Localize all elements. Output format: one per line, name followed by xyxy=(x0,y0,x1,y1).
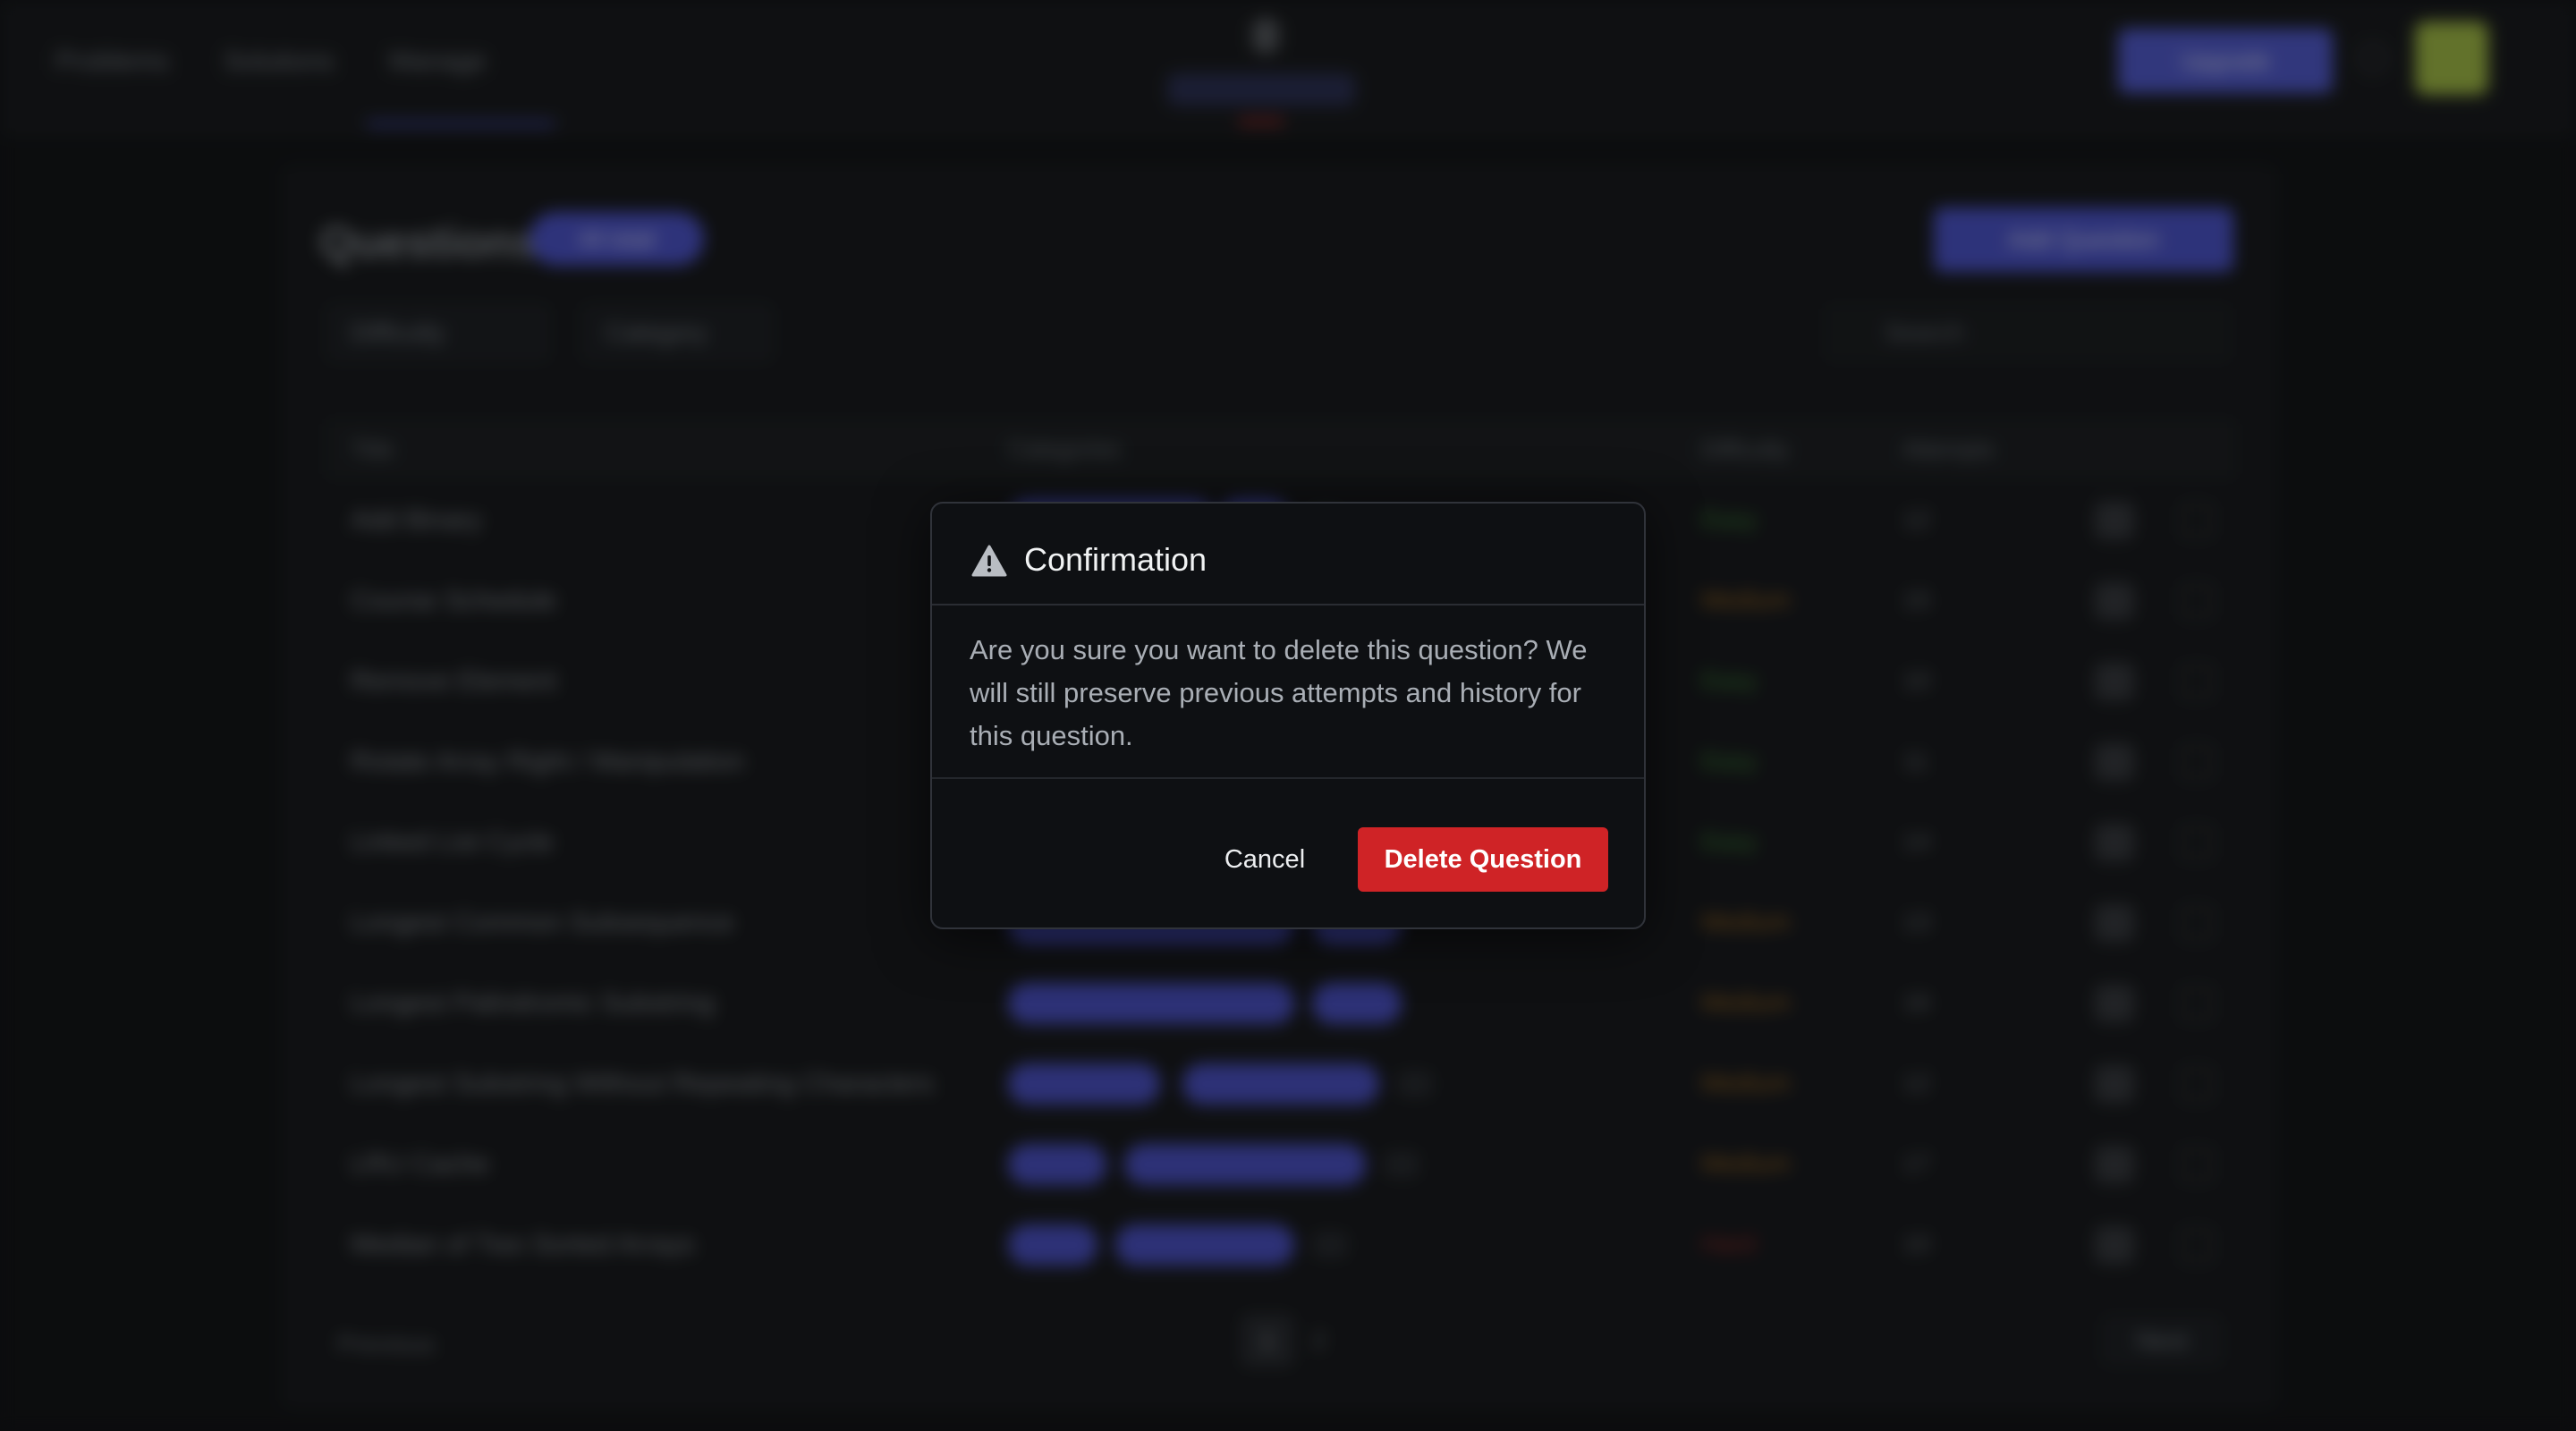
warning-icon xyxy=(971,545,1007,577)
dialog-header: Confirmation xyxy=(932,504,1644,605)
delete-question-button[interactable]: Delete Question xyxy=(1358,827,1608,892)
cancel-button[interactable]: Cancel xyxy=(1184,827,1345,892)
dialog-title: Confirmation xyxy=(1024,541,1208,578)
dialog-message: Are you sure you want to delete this que… xyxy=(970,634,1588,751)
dialog-divider xyxy=(932,777,1644,779)
